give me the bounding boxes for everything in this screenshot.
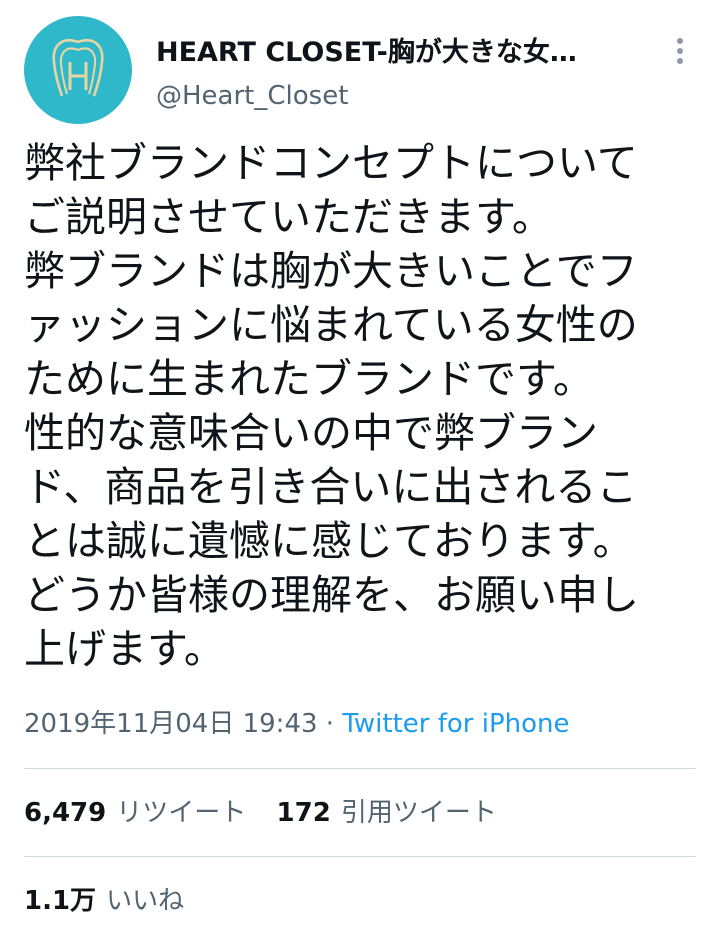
divider: [24, 856, 696, 857]
tweet-text-line: 弊社ブランドコンセプトについて: [24, 139, 638, 187]
tweet-text-line: ご説明させていただきます。: [24, 193, 553, 241]
like-count: 1.1万: [24, 886, 97, 916]
tweet-meta: 2019年11月04日 19:43 · Twitter for iPhone: [24, 706, 570, 742]
display-name[interactable]: HEART CLOSET-胸が大きな女…: [156, 36, 636, 70]
avatar[interactable]: [24, 16, 132, 124]
quote-tweets-stat[interactable]: 172 引用ツイート: [277, 795, 497, 831]
user-names: HEART CLOSET-胸が大きな女… @Heart_Closet: [156, 36, 636, 112]
divider: [24, 768, 696, 769]
likes-stat[interactable]: 1.1万 いいね: [24, 883, 184, 919]
quote-label: 引用ツイート: [340, 798, 497, 828]
tweet-text-line: とは誠に遺憾に感じております。: [24, 517, 634, 565]
retweet-count: 6,479: [24, 798, 107, 828]
retweet-stats: 6,479 リツイート 172 引用ツイート: [24, 795, 497, 831]
retweets-stat[interactable]: 6,479 リツイート: [24, 795, 246, 831]
tweet-text-line: 弊ブランドは胸が大きいことでフ: [24, 247, 638, 295]
tweet-timestamp[interactable]: 2019年11月04日 19:43: [24, 709, 318, 739]
vertical-ellipsis-icon: [677, 38, 683, 44]
tweet-text: 弊社ブランドコンセプトについて ご説明させていただきます。 弊ブランドは胸が大き…: [24, 136, 696, 676]
like-label: いいね: [106, 886, 185, 916]
tweet-text-line: ァッションに悩まれている女性の: [24, 301, 638, 349]
like-stats: 1.1万 いいね: [24, 883, 184, 919]
tweet-text-line: 上げます。: [24, 625, 225, 673]
tweet-header: HEART CLOSET-胸が大きな女… @Heart_Closet: [24, 16, 696, 124]
retweet-label: リツイート: [116, 798, 247, 828]
tweet-text-line: どうか皆様の理解を、お願い申し: [24, 571, 639, 619]
tweet-text-line: ド、商品を引き合いに出されるこ: [24, 463, 638, 511]
tweet-text-line: ために生まれたブランドです。: [24, 355, 594, 403]
meta-separator: ·: [325, 709, 335, 739]
tweet-source-link[interactable]: Twitter for iPhone: [342, 709, 569, 739]
more-options-button[interactable]: [669, 36, 691, 66]
tweet-text-line: 性的な意味合いの中で弊ブラン: [24, 409, 598, 457]
heart-h-logo-icon: [52, 39, 104, 97]
user-handle[interactable]: @Heart_Closet: [156, 80, 636, 112]
quote-count: 172: [276, 798, 331, 828]
